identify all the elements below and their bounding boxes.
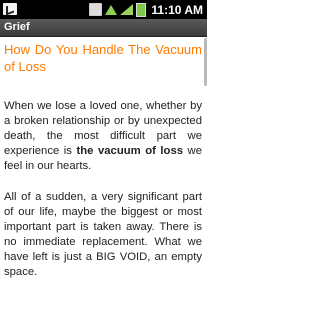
article-content[interactable]: How Do You Handle The Vacuum of Loss Whe… xyxy=(4,40,202,280)
status-icons: 11:10 AM xyxy=(89,2,203,17)
battery-icon xyxy=(136,2,147,17)
article-paragraph: When we lose a loved one, whether by a b… xyxy=(4,99,202,174)
clock: 11:10 AM xyxy=(151,2,203,17)
app-title-bar: Grief xyxy=(0,19,207,37)
usb-icon xyxy=(89,3,103,16)
notification-check-icon xyxy=(3,3,17,15)
article-heading: How Do You Handle The Vacuum of Loss xyxy=(4,42,202,74)
scrollbar-thumb[interactable] xyxy=(204,38,207,86)
emphasis-text: the vacuum of loss xyxy=(76,145,184,157)
status-bar: 11:10 AM xyxy=(0,0,207,19)
article-paragraph: All of a sudden, a very significant part… xyxy=(4,191,202,278)
signal-icon xyxy=(120,4,134,15)
app-title: Grief xyxy=(4,21,30,33)
wifi-icon xyxy=(105,4,118,15)
